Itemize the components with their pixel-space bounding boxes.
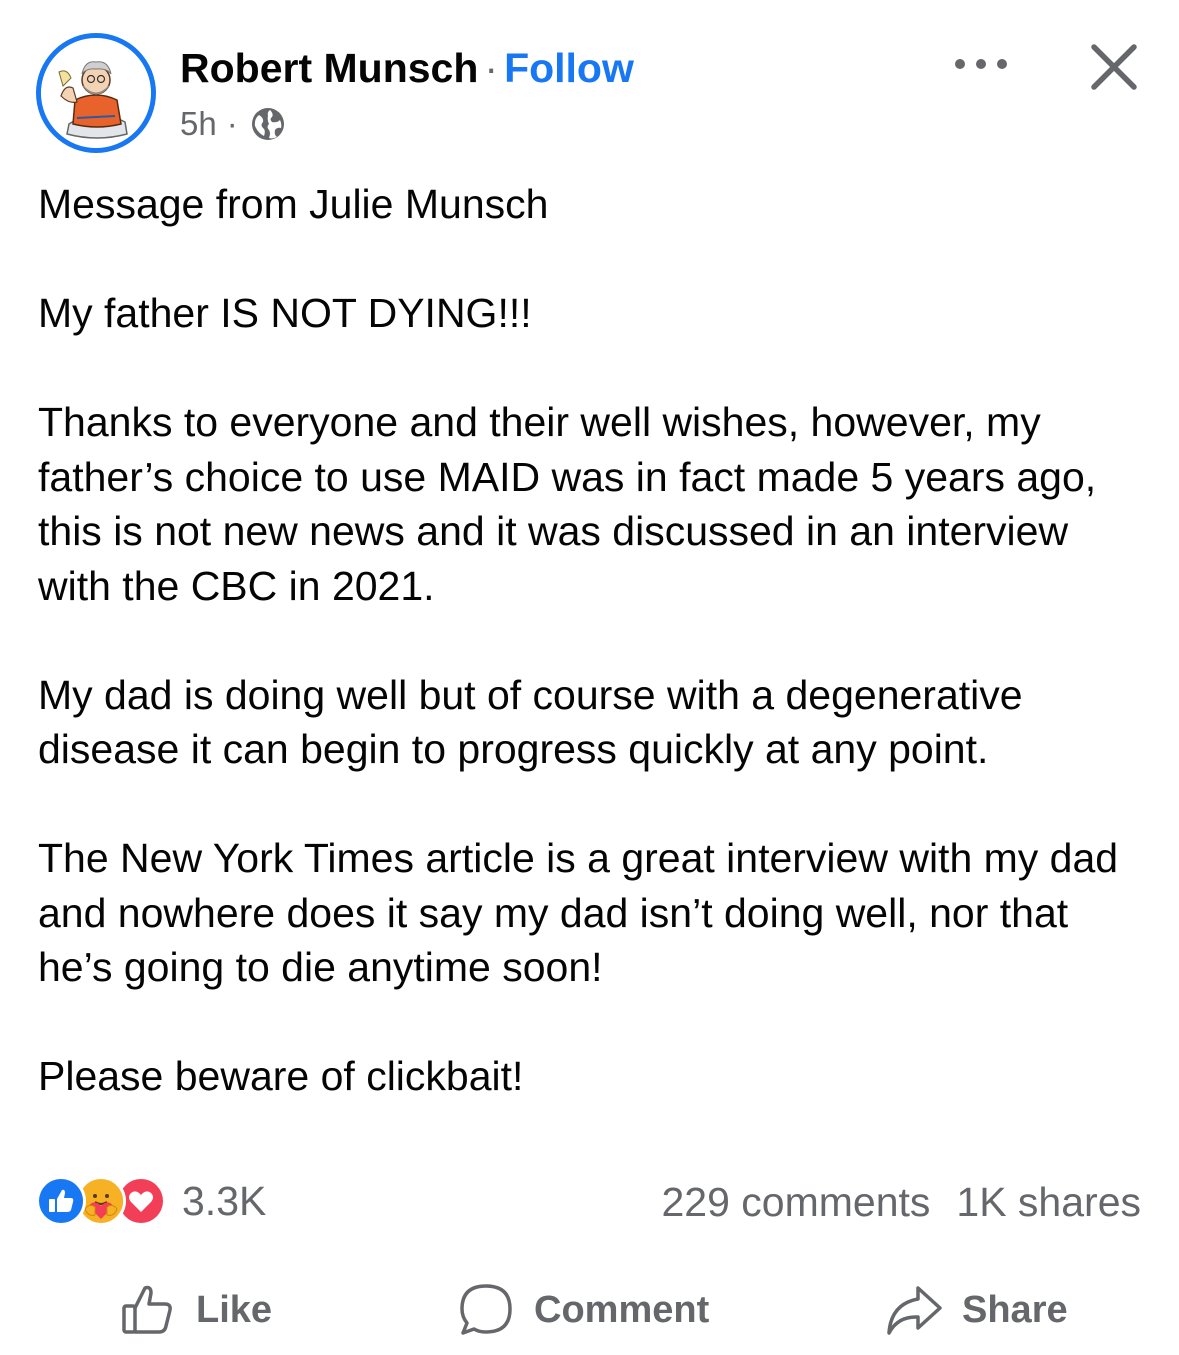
reactions-summary[interactable]: 3.3K [36, 1176, 266, 1226]
post-paragraph: Thanks to everyone and their well wishes… [38, 399, 1097, 609]
globe-icon [251, 108, 284, 140]
post-paragraph: Please beware of clickbait! [38, 1053, 524, 1099]
post-paragraph: The New York Times article is a great in… [38, 835, 1119, 990]
share-label: Share [962, 1288, 1068, 1331]
engagement-stats: 229 comments 1K shares [661, 1177, 1141, 1227]
post-header: Robert Munsch · Follow [180, 44, 634, 92]
close-icon[interactable] [1086, 39, 1142, 95]
author-name[interactable]: Robert Munsch [180, 45, 478, 91]
follow-button[interactable]: Follow [504, 45, 634, 91]
post-meta: 5h · [180, 104, 286, 144]
share-button[interactable]: Share [884, 1270, 1068, 1350]
reaction-count[interactable]: 3.3K [182, 1176, 266, 1226]
post-paragraph: Message from Julie Munsch [38, 181, 549, 227]
like-button[interactable]: Like [118, 1270, 272, 1350]
header-separator: · [484, 45, 499, 91]
author-avatar[interactable] [36, 33, 156, 153]
more-options-icon[interactable] [948, 44, 1014, 84]
comment-label: Comment [534, 1288, 710, 1331]
post-action-bar: Like Comment Share [0, 1270, 1179, 1350]
comment-button[interactable]: Comment [456, 1270, 709, 1350]
avatar-illustration [41, 38, 151, 148]
like-reaction-icon [36, 1176, 86, 1226]
post-text: Message from Julie Munsch My father IS N… [38, 177, 1148, 1104]
comment-icon [460, 1284, 512, 1335]
like-label: Like [196, 1288, 273, 1331]
thumbs-up-icon [122, 1285, 172, 1334]
comments-count[interactable]: 229 comments [661, 1177, 930, 1227]
shares-count[interactable]: 1K shares [956, 1177, 1141, 1227]
post-paragraph: My father IS NOT DYING!!! [38, 290, 532, 336]
post-paragraph: My dad is doing well but of course with … [38, 671, 1023, 773]
post-timestamp[interactable]: 5h [180, 104, 217, 144]
share-arrow-icon [887, 1286, 942, 1335]
meta-separator: · [226, 105, 238, 142]
